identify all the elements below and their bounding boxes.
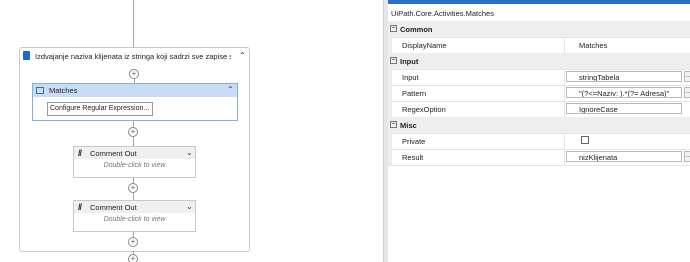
add-activity-plus-icon[interactable]: + <box>128 183 138 193</box>
property-label: RegexOption <box>402 105 446 114</box>
ellipsis-button[interactable]: … <box>684 151 690 162</box>
add-activity-plus-icon[interactable]: + <box>129 69 139 79</box>
configure-regex-button[interactable]: Configure Regular Expression... <box>47 102 153 116</box>
connector-line <box>133 0 134 47</box>
sequence-header[interactable]: Izdvajanje naziva klijenata iz stringa k… <box>20 48 249 64</box>
comment-out-header[interactable]: // Comment Out ⌄ <box>74 147 195 159</box>
column-divider <box>564 69 565 85</box>
property-label: DisplayName <box>402 41 447 50</box>
comment-out-hint: Double-click to view <box>103 162 166 169</box>
category-label: Misc <box>400 121 417 130</box>
property-label: Input <box>402 73 419 82</box>
comment-out-activity[interactable]: // Comment Out ⌄ Double-click to view <box>73 200 196 232</box>
add-activity-plus-icon[interactable]: + <box>128 237 138 247</box>
property-row-input[interactable]: Input stringTabela … <box>388 69 690 86</box>
column-divider <box>564 101 565 117</box>
category-input[interactable]: − Input <box>388 53 690 70</box>
ellipsis-button[interactable]: … <box>684 71 690 82</box>
pattern-value-field[interactable]: "(?<=Naziv: ).*(?= Adresa)" <box>566 87 682 98</box>
property-label: Pattern <box>402 89 427 98</box>
regexoption-dropdown[interactable]: IgnoreCase <box>566 103 682 114</box>
row-indent <box>388 37 392 53</box>
matches-activity-icon <box>36 87 44 94</box>
comment-out-title: Comment Out <box>90 149 137 158</box>
private-checkbox[interactable] <box>581 136 589 144</box>
collapse-box-icon[interactable]: − <box>390 121 397 128</box>
row-indent <box>388 85 392 101</box>
matches-activity[interactable]: Matches ⌃ Configure Regular Expression..… <box>32 83 238 121</box>
category-label: Common <box>400 25 433 34</box>
properties-title-bar <box>388 0 690 4</box>
comment-out-header[interactable]: // Comment Out ⌄ <box>74 201 195 213</box>
collapse-chevron-icon[interactable]: ⌃ <box>227 86 234 94</box>
category-misc[interactable]: − Misc <box>388 117 690 134</box>
column-divider <box>564 37 565 53</box>
matches-header[interactable]: Matches ⌃ <box>33 84 237 97</box>
input-value-field[interactable]: stringTabela <box>566 71 682 82</box>
expand-chevron-icon[interactable]: ⌄ <box>186 203 193 211</box>
property-row-regexoption[interactable]: RegexOption IgnoreCase <box>388 101 690 118</box>
matches-title: Matches <box>49 86 78 95</box>
property-row-pattern[interactable]: Pattern "(?<=Naziv: ).*(?= Adresa)" … <box>388 85 690 102</box>
comment-out-title: Comment Out <box>90 203 137 212</box>
comment-slash-icon: // <box>78 148 82 158</box>
column-divider <box>564 149 565 165</box>
column-divider <box>564 85 565 101</box>
ellipsis-button[interactable]: … <box>684 87 690 98</box>
properties-panel: UiPath.Core.Activities.Matches − Common … <box>388 0 690 262</box>
workflow-designer-canvas[interactable]: Izdvajanje naziva klijenata iz stringa k… <box>0 0 383 262</box>
property-row-displayname[interactable]: DisplayName Matches <box>388 37 690 54</box>
category-label: Input <box>400 57 419 66</box>
collapse-chevron-icon[interactable]: ⌃ <box>239 52 246 60</box>
sequence-icon <box>23 51 30 60</box>
row-indent <box>388 149 392 165</box>
row-indent <box>388 101 392 117</box>
expand-chevron-icon[interactable]: ⌄ <box>186 149 193 157</box>
add-activity-plus-icon[interactable]: + <box>128 127 138 137</box>
property-label: Result <box>402 153 424 162</box>
row-indent <box>388 133 392 149</box>
displayname-value[interactable]: Matches <box>579 41 607 50</box>
column-divider <box>564 133 565 149</box>
comment-out-hint: Double-click to view <box>103 216 166 223</box>
comment-slash-icon: // <box>78 202 82 212</box>
activity-type-name: UiPath.Core.Activities.Matches <box>391 9 494 18</box>
result-value-field[interactable]: nizKlijenata <box>566 151 682 162</box>
add-activity-plus-icon[interactable]: + <box>128 254 138 262</box>
property-row-result[interactable]: Result nizKlijenata … <box>388 149 690 166</box>
property-row-private[interactable]: Private <box>388 133 690 150</box>
comment-out-activity[interactable]: // Comment Out ⌄ Double-click to view <box>73 146 196 178</box>
sequence-title: Izdvajanje naziva klijenata iz stringa k… <box>35 52 231 61</box>
row-indent <box>388 69 392 85</box>
collapse-box-icon[interactable]: − <box>390 25 397 32</box>
category-common[interactable]: − Common <box>388 21 690 38</box>
property-label: Private <box>402 137 426 146</box>
collapse-box-icon[interactable]: − <box>390 57 397 64</box>
